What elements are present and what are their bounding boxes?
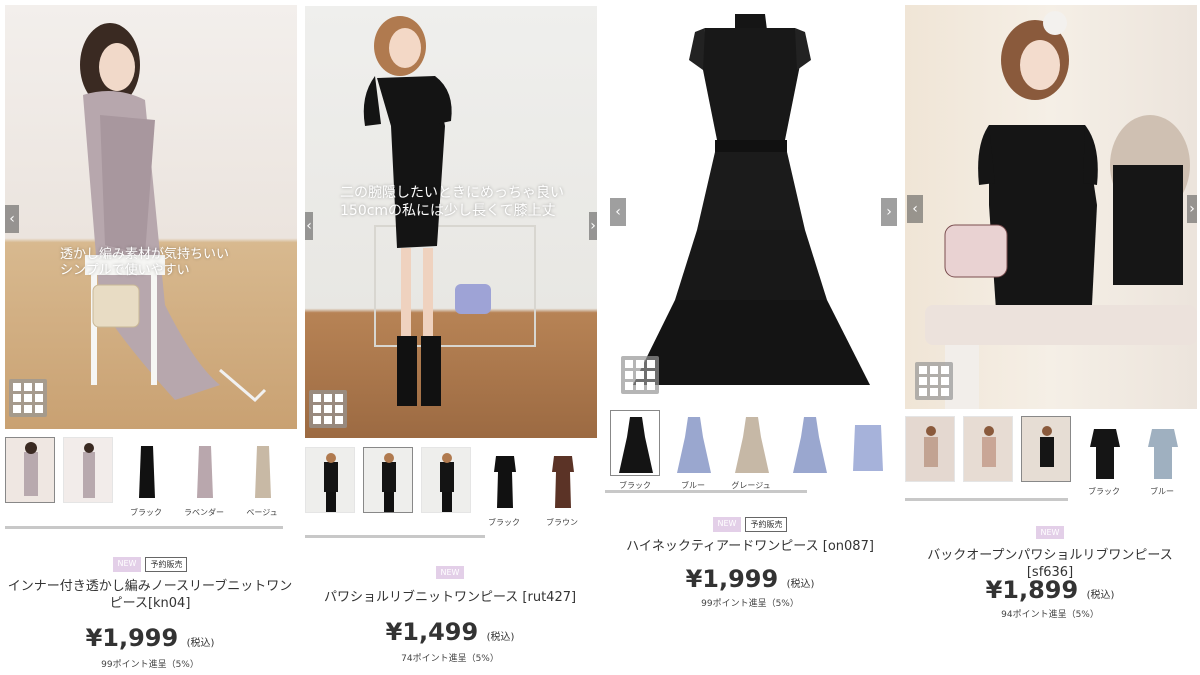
thumbnail-scrollbar[interactable] xyxy=(305,535,485,538)
thumbnail-strip: ブラック ブルー グレージュ xyxy=(610,410,900,490)
thumbnail-black[interactable]: ブラック xyxy=(121,437,171,517)
points-text: 74ポイント進呈（5%） xyxy=(401,654,499,664)
points-text: 99ポイント進呈（5%） xyxy=(101,660,199,670)
product-card-1: 透かし編み素材が気持ちいい シンプルで使いやすい ‹ ブラック ラベンダー ベー… xyxy=(0,0,300,675)
tag-row: NEW 予約販売 xyxy=(0,557,300,572)
grid-view-icon[interactable] xyxy=(915,362,953,400)
chevron-right-icon[interactable]: › xyxy=(881,198,897,226)
thumbnail-scrollbar[interactable] xyxy=(605,490,807,493)
thumbnail[interactable] xyxy=(421,447,471,527)
product-image[interactable]: 透かし編み素材が気持ちいい シンプルで使いやすい ‹ xyxy=(5,5,297,429)
product-price: ¥1,899 (税込) xyxy=(985,576,1115,604)
chevron-left-icon[interactable]: ‹ xyxy=(610,198,626,226)
thumbnail[interactable] xyxy=(363,447,413,527)
product-image[interactable]: ‹ › xyxy=(605,0,897,402)
thumbnail[interactable] xyxy=(963,416,1013,496)
dress-photo xyxy=(633,14,870,385)
model-photo xyxy=(80,23,267,403)
product-card-3: ‹ › ブラック ブルー グレージュ NEW 予約販売 ハイネックティアードワン… xyxy=(600,0,900,675)
product-image[interactable]: 二の腕隠したいときにめっちゃ良い 150cmの私には少し長くて膝上丈 ‹ › xyxy=(305,6,597,438)
thumbnail-strip: ブラック ブラウン xyxy=(305,447,597,527)
tag-row: NEW xyxy=(300,566,600,579)
product-card-4: ‹ › ブラック ブルー NEW バックオープンパワショルリブワンピース [sf… xyxy=(900,0,1200,675)
thumbnail-black[interactable]: ブラック xyxy=(479,447,529,527)
grid-view-icon[interactable] xyxy=(309,390,347,428)
thumbnail[interactable] xyxy=(63,437,113,517)
product-title[interactable]: パワショルリブニットワンピース [rut427] xyxy=(300,589,600,606)
new-badge: NEW xyxy=(435,566,465,579)
thumbnail-strip: ブラック ブルー xyxy=(905,416,1197,496)
points-text: 99ポイント進呈（5%） xyxy=(701,599,799,609)
thumbnail-black[interactable]: ブラック xyxy=(1079,416,1129,496)
new-badge: NEW xyxy=(112,557,142,572)
thumbnail-brown[interactable]: ブラウン xyxy=(537,447,587,527)
product-price: ¥1,999 (税込) xyxy=(685,565,815,593)
product-title[interactable]: ハイネックティアードワンピース [on087] xyxy=(600,538,900,555)
thumbnail-black[interactable]: ブラック xyxy=(610,410,660,490)
thumbnail[interactable] xyxy=(784,410,834,490)
product-title[interactable]: インナー付き透かし編みノースリーブニットワンピース[kn04] xyxy=(0,578,300,612)
thumbnail-blue[interactable]: ブルー xyxy=(1137,416,1187,496)
thumbnail[interactable] xyxy=(905,416,955,496)
thumbnail-lavender[interactable]: ラベンダー xyxy=(179,437,229,517)
thumbnail[interactable] xyxy=(5,437,55,517)
product-grid: 透かし編み素材が気持ちいい シンプルで使いやすい ‹ ブラック ラベンダー ベー… xyxy=(0,0,1200,675)
product-price: ¥1,999 (税込) xyxy=(85,624,215,652)
grid-view-icon[interactable] xyxy=(621,356,659,394)
chevron-right-icon[interactable]: › xyxy=(1187,195,1197,223)
product-card-2: 二の腕隠したいときにめっちゃ良い 150cmの私には少し長くて膝上丈 ‹ › ブ… xyxy=(300,0,600,675)
thumbnail-beige[interactable]: ベージュ xyxy=(237,437,287,517)
product-image[interactable]: ‹ › xyxy=(905,5,1197,409)
chevron-left-icon[interactable]: ‹ xyxy=(305,212,313,240)
review-overlay-text: 透かし編み素材が気持ちいい シンプルで使いやすい xyxy=(60,247,230,278)
thumbnail-greige[interactable]: グレージュ xyxy=(726,410,776,490)
model-photo xyxy=(363,16,536,406)
chevron-right-icon[interactable]: › xyxy=(589,212,597,240)
chevron-left-icon[interactable]: ‹ xyxy=(907,195,923,223)
model-photo xyxy=(925,11,1197,409)
thumbnail[interactable] xyxy=(305,447,355,527)
product-price: ¥1,499 (税込) xyxy=(385,618,515,646)
thumbnail-scrollbar[interactable] xyxy=(5,526,283,529)
tag-row: NEW 予約販売 xyxy=(600,517,900,532)
thumbnail-blue[interactable]: ブルー xyxy=(668,410,718,490)
tag-row: NEW xyxy=(900,526,1200,539)
review-overlay-text: 二の腕隠したいときにめっちゃ良い 150cmの私には少し長くて膝上丈 xyxy=(340,185,564,219)
preorder-badge: 予約販売 xyxy=(145,557,188,572)
new-badge: NEW xyxy=(1035,526,1065,539)
preorder-badge: 予約販売 xyxy=(745,517,788,532)
new-badge: NEW xyxy=(712,517,742,532)
thumbnail-strip: ブラック ラベンダー ベージュ xyxy=(5,437,297,517)
thumbnail-scrollbar[interactable] xyxy=(905,498,1068,501)
thumbnail[interactable] xyxy=(1021,416,1071,496)
chevron-left-icon[interactable]: ‹ xyxy=(5,205,19,233)
points-text: 94ポイント進呈（5%） xyxy=(1001,610,1099,620)
grid-view-icon[interactable] xyxy=(9,379,47,417)
thumbnail[interactable] xyxy=(842,410,892,490)
